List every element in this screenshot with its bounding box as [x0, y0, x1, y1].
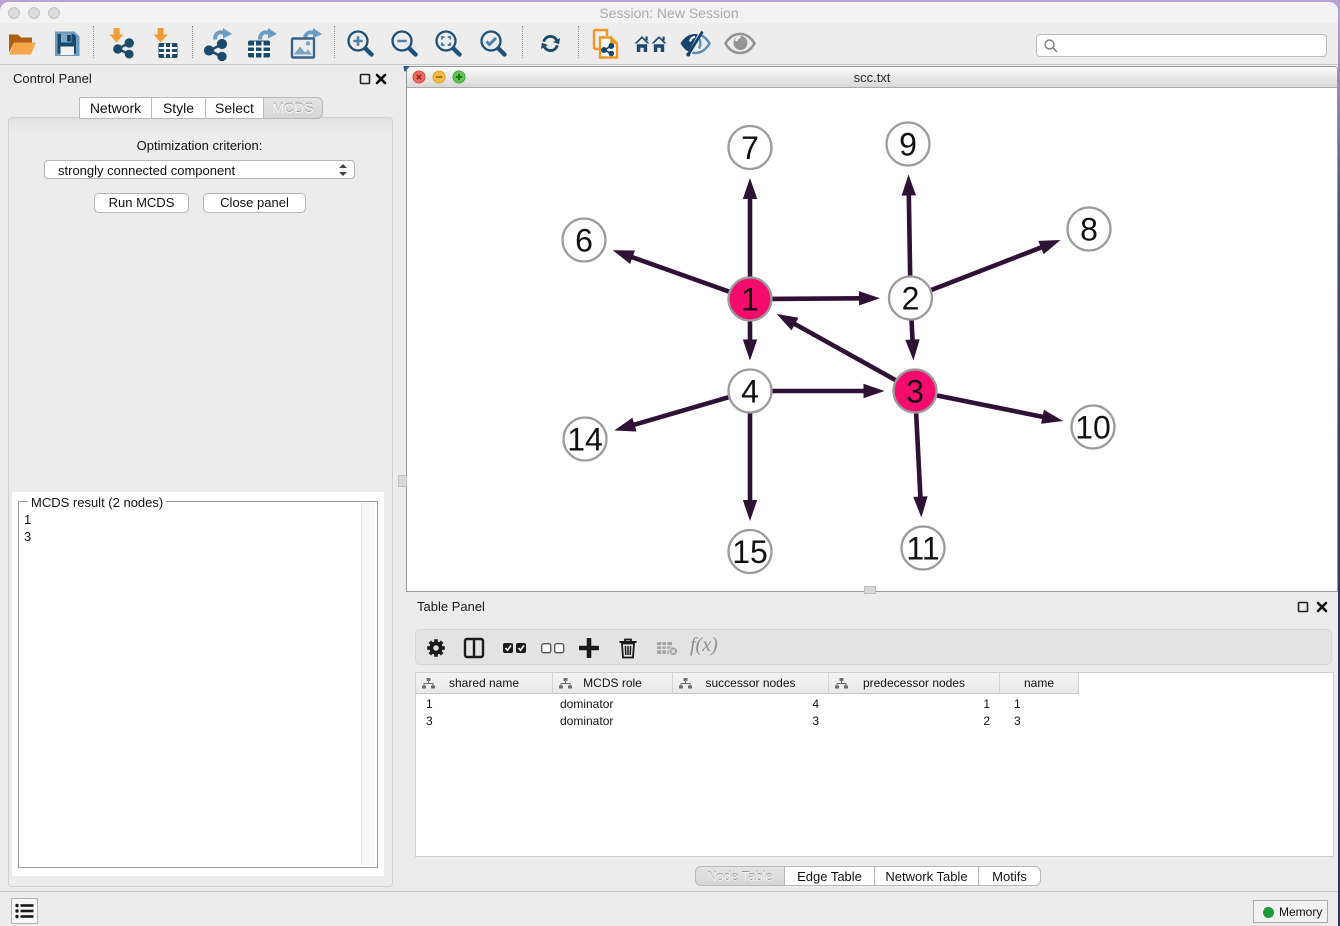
svg-text:15: 15	[732, 534, 768, 570]
svg-text:7: 7	[741, 130, 759, 166]
svg-text:3: 3	[906, 374, 924, 410]
svg-text:10: 10	[1075, 410, 1111, 446]
svg-text:4: 4	[741, 374, 759, 410]
svg-text:2: 2	[902, 281, 920, 317]
svg-text:1: 1	[741, 282, 759, 318]
svg-text:14: 14	[567, 422, 603, 458]
svg-text:9: 9	[899, 127, 917, 163]
svg-text:8: 8	[1080, 212, 1098, 248]
svg-text:11: 11	[906, 531, 939, 567]
svg-text:6: 6	[575, 223, 593, 259]
